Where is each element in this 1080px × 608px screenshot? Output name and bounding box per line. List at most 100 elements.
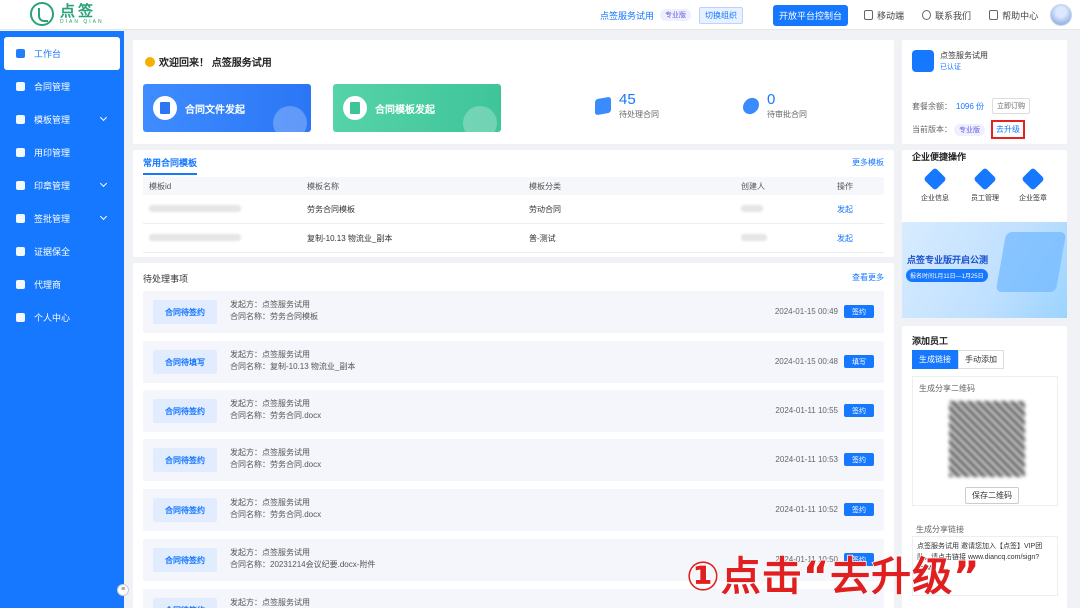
shield-icon (16, 247, 25, 256)
start-template-contract-button[interactable]: 合同模板发起 (333, 84, 501, 132)
list-item[interactable]: 合同待签约 发起方：点签服务试用 合同名称：劳务合同.docx 2024-01-1… (143, 439, 884, 481)
template-name: 劳务合同模板 (307, 204, 355, 214)
sidebar-item-approvals[interactable]: 签批管理 (0, 202, 124, 235)
header-creator: 创建人 (741, 181, 765, 191)
sign-button[interactable]: 签约 (844, 305, 874, 318)
start-file-contract-button[interactable]: 合同文件发起 (143, 84, 311, 132)
redacted-creator (741, 233, 767, 241)
status-badge: 合同待签约 (153, 548, 217, 572)
version-label: 当前版本： (912, 125, 952, 134)
tab-common-templates[interactable]: 常用合同模板 (143, 156, 198, 175)
todo-contract: 合同名称：劳务合同.docx (230, 460, 322, 469)
calendar-icon (16, 181, 25, 190)
approval-contracts-stat[interactable]: 0 待审批合同 (743, 92, 807, 120)
contact-link[interactable]: 联系我们 (922, 9, 971, 22)
todo-contract: 合同名称：20231214会议纪要.docx-附件 (230, 560, 376, 569)
quick-item-staff[interactable]: 员工管理 (962, 167, 1008, 203)
redacted-creator (741, 204, 763, 212)
staff-icon (973, 167, 997, 191)
file-icon (153, 96, 177, 120)
sidebar-collapse-button[interactable]: ≡ (117, 584, 129, 596)
mobile-label: 移动端 (877, 10, 905, 21)
sidebar-item-profile[interactable]: 个人中心 (0, 301, 124, 334)
sidebar-item-evidence[interactable]: 证据保全 (0, 235, 124, 268)
buy-now-button[interactable]: 立即订购 (992, 98, 1031, 114)
version-badge: 专业版 (660, 9, 692, 21)
sidebar-item-templates[interactable]: 模板管理 (0, 103, 124, 136)
button-label: 合同模板发起 (375, 104, 435, 116)
sign-button[interactable]: 签约 (844, 503, 874, 516)
status-badge: 合同待签约 (153, 598, 217, 608)
sidebar-item-workbench[interactable]: 工作台 (4, 37, 120, 70)
template-icon (343, 96, 367, 120)
list-item[interactable]: 合同待签约 发起方：点签服务试用 合同名称：劳务合同.docx 2024-01-1… (143, 390, 884, 432)
company-info-icon (923, 167, 947, 191)
sign-button[interactable]: 签约 (844, 404, 874, 417)
quick-item-label: 员工管理 (971, 195, 999, 202)
quick-item-seal[interactable]: 企业签章 (1010, 167, 1056, 203)
todo-sender: 发起方：点签服务试用 (230, 548, 310, 557)
welcome-title: 欢迎回来！ 点签服务试用 (159, 58, 272, 69)
save-qr-button[interactable]: 保存二维码 (965, 487, 1019, 504)
sidebar-item-agents[interactable]: 代理商 (0, 268, 124, 301)
pending-label: 待处理合同 (619, 110, 659, 119)
qr-code-image (949, 401, 1025, 477)
approval-count: 0 (767, 91, 776, 108)
switch-org-button[interactable]: 切换组织 (699, 6, 744, 24)
help-icon (989, 10, 999, 20)
open-platform-button[interactable]: 开放平台控制台 (773, 4, 849, 26)
more-templates-link[interactable]: 更多模板 (852, 157, 884, 168)
start-template-link[interactable]: 发起 (837, 204, 884, 215)
list-item[interactable]: 合同待填写 发起方：点签服务试用 合同名称：复制-10.13 物流业_副本 202… (143, 341, 884, 383)
help-link[interactable]: 帮助中心 (989, 9, 1038, 22)
phone-icon (864, 10, 874, 20)
logo[interactable]: 点签 DIAN QIAN (30, 2, 104, 26)
org-profile-card: 点签服务试用 已认证 套餐余额： 1096 份 立即订购 当前版本： 专业版 去… (902, 40, 1067, 144)
chevron-down-icon (99, 179, 108, 188)
sidebar-item-seals[interactable]: 印章管理 (0, 169, 124, 202)
banner-illustration (995, 232, 1067, 292)
quick-item-company-info[interactable]: 企业信息 (912, 167, 958, 203)
todo-contract: 合同名称：复制-10.13 物流业_副本 (230, 362, 356, 371)
quick-actions-card: 企业便捷操作 企业信息 员工管理 企业签章 (902, 150, 1067, 224)
tab-generate-link[interactable]: 生成链接 (912, 350, 958, 369)
status-badge: 合同待签约 (153, 448, 217, 472)
sidebar-item-label: 印章管理 (34, 181, 71, 191)
tab-manual-add[interactable]: 手动添加 (958, 350, 1004, 369)
header-category: 模板分类 (529, 181, 561, 191)
fill-button[interactable]: 填写 (844, 355, 874, 368)
todo-sender: 发起方：点签服务试用 (230, 598, 310, 607)
status-badge: 合同待签约 (153, 399, 217, 423)
todo-time: 2024-01-11 10:52 (775, 505, 838, 514)
verified-badge: 已认证 (940, 64, 961, 71)
sidebar-item-label: 签批管理 (34, 214, 71, 224)
sign-button[interactable]: 签约 (844, 453, 874, 466)
start-template-link[interactable]: 发起 (837, 233, 884, 244)
user-icon (16, 148, 25, 157)
mobile-link[interactable]: 移动端 (864, 9, 904, 22)
approval-icon (743, 96, 759, 116)
sidebar-item-seal-usage[interactable]: 用印管理 (0, 136, 124, 169)
list-item[interactable]: 合同待签约 发起方：点签服务试用 合同名称：劳务合同模板 2024-01-15 0… (143, 291, 884, 333)
sidebar-item-label: 代理商 (34, 280, 62, 290)
company-name-link[interactable]: 点签服务试用 (600, 9, 654, 22)
todo-time: 2024-01-15 00:49 (774, 307, 838, 316)
balance-label: 套餐余额： (912, 101, 952, 111)
add-staff-title: 添加员工 (912, 336, 949, 346)
list-item[interactable]: 合同待签约 发起方：点签服务试用 合同名称：劳务合同.docx 2024-01-1… (143, 489, 884, 531)
quick-actions-title: 企业便捷操作 (912, 152, 967, 162)
sidebar-item-label: 工作台 (34, 49, 62, 59)
promo-banner[interactable]: 点签专业版开启公测 报名时间1月11日—1月25日 (902, 222, 1067, 318)
upgrade-button[interactable]: 去升级 (991, 120, 1025, 139)
pending-count: 45 (619, 91, 636, 108)
todo-sender: 发起方：点签服务试用 (230, 350, 310, 359)
todo-title: 待处理事项 (143, 274, 189, 284)
todo-sender: 发起方：点签服务试用 (230, 399, 310, 408)
pending-contracts-stat[interactable]: 45 待处理合同 (595, 92, 659, 120)
status-badge: 合同待签约 (153, 300, 217, 324)
avatar[interactable] (1050, 4, 1073, 26)
view-more-link[interactable]: 查看更多 (852, 272, 884, 283)
todo-time: 2024-01-11 10:55 (775, 406, 838, 415)
sidebar-item-contracts[interactable]: 合同管理 (0, 70, 124, 103)
banner-date: 报名时间1月11日—1月25日 (906, 269, 988, 282)
